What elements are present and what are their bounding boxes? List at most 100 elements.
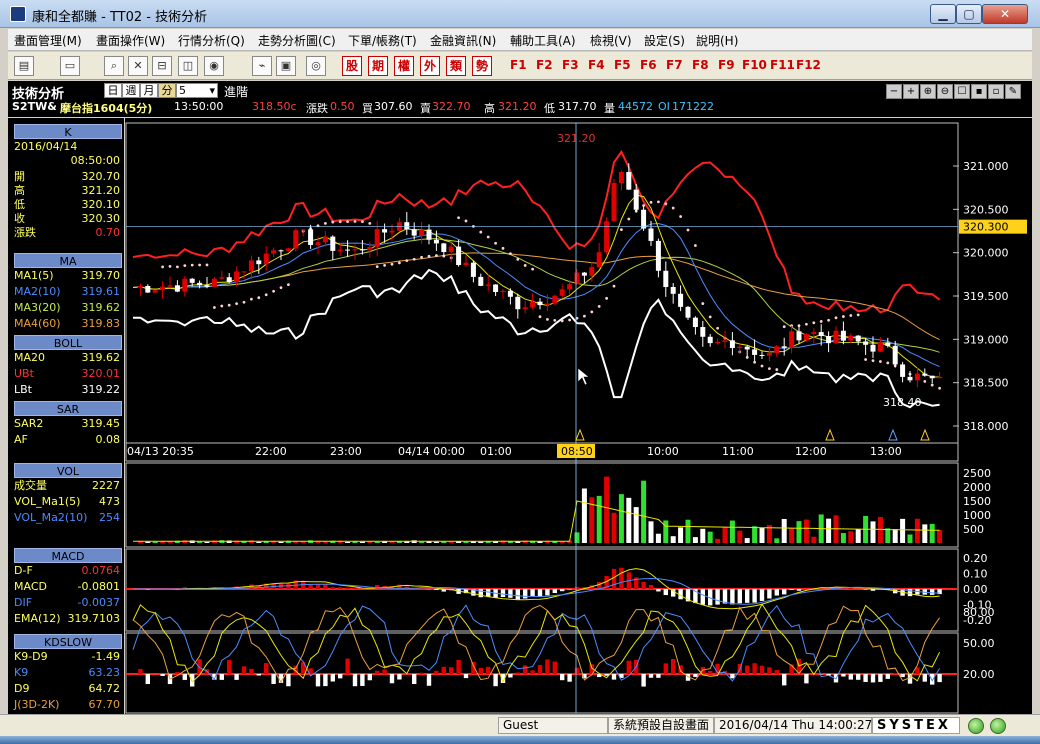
f1-key[interactable]: F1 (510, 58, 527, 72)
macd-bar (486, 589, 491, 597)
disk-icon[interactable]: ◉ (204, 56, 224, 76)
app-window: 康和全都賺 - TT02 - 技術分析 ▁ ▢ ✕ 畫面管理(M) 畫面操作(W… (0, 0, 1040, 744)
tab-minute[interactable]: 分 (158, 83, 176, 98)
f5-key[interactable]: F5 (614, 58, 631, 72)
macd-bar (560, 589, 565, 592)
kd-bar (515, 672, 520, 674)
minimize-button[interactable]: ▁ (930, 4, 956, 24)
f6-key[interactable]: F6 (640, 58, 657, 72)
futures-button[interactable]: 期 (368, 56, 388, 76)
candle-body (204, 285, 210, 287)
f2-key[interactable]: F2 (536, 58, 553, 72)
f4-key[interactable]: F4 (588, 58, 605, 72)
zoom-icon[interactable]: ⌕ (104, 56, 124, 76)
window-icon[interactable]: ▭ (60, 56, 80, 76)
expand-icon[interactable]: + (903, 84, 919, 99)
ma-section-head[interactable]: MA (14, 253, 122, 268)
candle-body (641, 209, 647, 229)
category-button[interactable]: 類 (446, 56, 466, 76)
macd-bar (789, 589, 794, 590)
menu-trend-chart[interactable]: 走勢分析圖(C) (258, 32, 336, 49)
volume-bar (885, 528, 891, 543)
kd-bar (708, 670, 713, 674)
k-section-head[interactable]: K (14, 124, 122, 139)
vol-section-head[interactable]: VOL (14, 463, 122, 478)
boll-section-head[interactable]: BOLL (14, 335, 122, 350)
tab-month[interactable]: 月 (140, 83, 158, 98)
f3-key[interactable]: F3 (562, 58, 579, 72)
menu-quote-analysis[interactable]: 行情分析(Q) (178, 32, 245, 49)
sar-dot (242, 300, 246, 304)
candle-body (818, 332, 824, 337)
f11-key[interactable]: F11 (770, 58, 795, 72)
f9-key[interactable]: F9 (718, 58, 735, 72)
sar-dot (383, 264, 386, 267)
kd-bar (841, 674, 846, 677)
candle-body (715, 341, 721, 344)
kd-bar (856, 674, 861, 680)
candle-body (670, 287, 676, 294)
candle-body (160, 286, 166, 291)
split-icon[interactable]: ◫ (178, 56, 198, 76)
candlesticks (137, 163, 943, 388)
logo-icon[interactable]: ◎ (306, 56, 326, 76)
candle-body (500, 290, 506, 293)
close-chart-icon[interactable]: ✕ (128, 56, 148, 76)
macd-bar (345, 587, 350, 589)
f10-key[interactable]: F10 (742, 58, 767, 72)
close-button[interactable]: ✕ (982, 4, 1028, 24)
signal-triangle-icon (920, 428, 930, 441)
compress-icon[interactable]: ⊟ (152, 56, 172, 76)
trend-button[interactable]: 勢 (472, 56, 492, 76)
sar-dot (716, 326, 719, 330)
window-icon[interactable]: ▫ (988, 84, 1004, 99)
kd-bar (264, 663, 269, 674)
menu-view[interactable]: 檢視(V) (590, 32, 632, 49)
menu-order-account[interactable]: 下單/帳務(T) (348, 32, 417, 49)
foreign-button[interactable]: 外 (420, 56, 440, 76)
menu-tools[interactable]: 輔助工具(A) (510, 32, 576, 49)
f8-key[interactable]: F8 (692, 58, 709, 72)
zoom-out-icon[interactable]: ⊖ (937, 84, 953, 99)
screen-icon[interactable]: ▣ (276, 56, 296, 76)
chat-icon[interactable]: ☐ (954, 84, 970, 99)
sar-section-head[interactable]: SAR (14, 401, 122, 416)
stock-button[interactable]: 股 (342, 56, 362, 76)
menu-settings[interactable]: 設定(S) (644, 32, 685, 49)
macd-bar (478, 589, 483, 598)
options-button[interactable]: 權 (394, 56, 414, 76)
sar-dot (538, 315, 542, 319)
macd-section-head[interactable]: MACD (14, 548, 122, 563)
interval-select[interactable]: 5 (176, 83, 218, 98)
tab-day[interactable]: 日 (104, 83, 122, 98)
sar-dot (168, 264, 172, 268)
window-title: 康和全都賺 - TT02 - 技術分析 (32, 10, 208, 25)
menu-finance-info[interactable]: 金融資訊(N) (430, 32, 496, 49)
tab-week[interactable]: 週 (122, 83, 140, 98)
volume-bar (611, 512, 617, 543)
signal-triangle-icon (888, 428, 898, 441)
tool-icon[interactable]: ✎ (1005, 84, 1021, 99)
link-icon[interactable]: ⌁ (252, 56, 272, 76)
save-icon[interactable]: ▪ (971, 84, 987, 99)
menu-screen-operate[interactable]: 畫面操作(W) (96, 32, 165, 49)
sar-dot (701, 302, 705, 305)
symbol-code: S2TW& (12, 100, 57, 113)
menu-help[interactable]: 說明(H) (696, 32, 738, 49)
f12-key[interactable]: F12 (796, 58, 821, 72)
chart-area[interactable]: 321.000 320.500 320.000 319.500 319.000 318.5… (125, 118, 1032, 714)
shrink-icon[interactable]: − (886, 84, 902, 99)
f7-key[interactable]: F7 (666, 58, 683, 72)
candle-body (433, 239, 439, 244)
advanced-link[interactable]: 進階 (224, 83, 248, 100)
kd-bar (486, 666, 491, 674)
menu-screen-manage[interactable]: 畫面管理(M) (14, 32, 82, 49)
kd-bar (574, 667, 580, 674)
technical-chart[interactable]: 321.000 320.500 320.000 319.500 319.000 318.5… (125, 118, 1032, 714)
row-value: 2227 (92, 479, 120, 492)
macd-ema-row: EMA(12) 319.7103 (14, 612, 124, 626)
chart-type-icon[interactable]: ▤ (14, 56, 34, 76)
maximize-button[interactable]: ▢ (956, 4, 982, 24)
zoom-in-icon[interactable]: ⊕ (920, 84, 936, 99)
kd-section-head[interactable]: KDSLOW (14, 634, 122, 649)
